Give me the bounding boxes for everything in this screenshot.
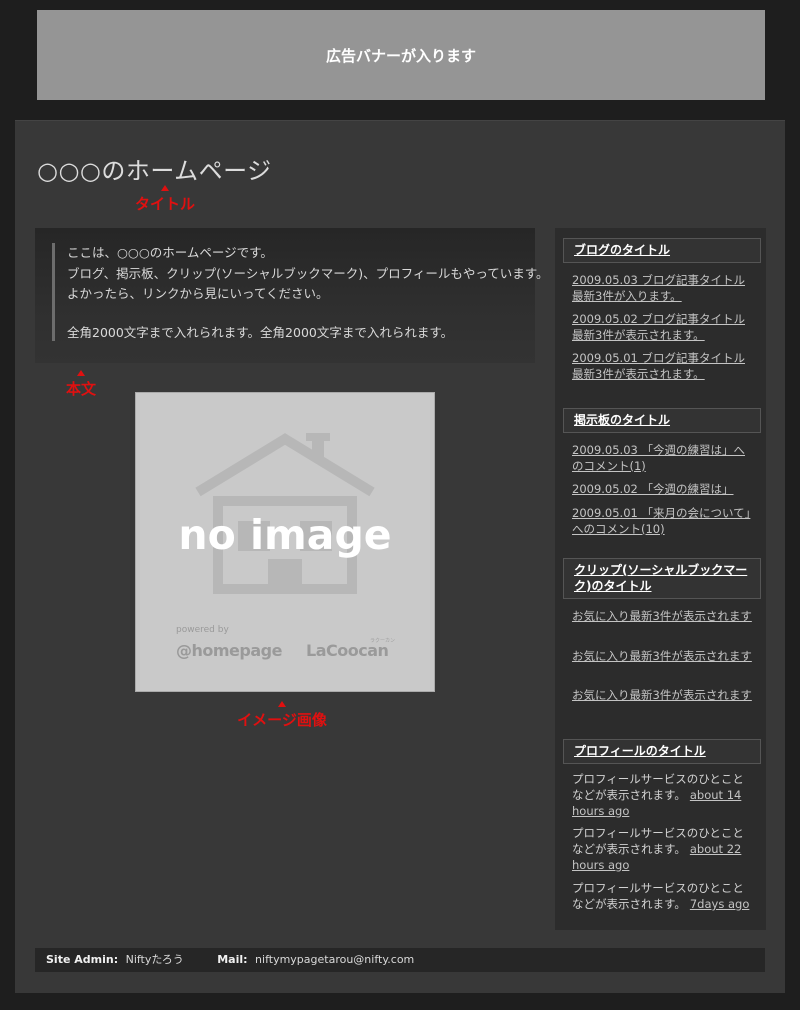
ad-banner-text: 広告バナーが入ります: [325, 46, 476, 65]
profile-time-link[interactable]: 7days ago: [690, 897, 750, 911]
body-line: ブログ、掲示板、クリップ(ソーシャルブックマーク)、プロフィールもやっています。: [67, 265, 549, 281]
no-image-text: no image: [178, 511, 392, 559]
body-line: 全角2000文字まで入れられます。全角2000文字まで入れられます。: [67, 324, 454, 340]
title-annotation: タイトル: [133, 185, 197, 214]
clip-link[interactable]: お気に入り最新3件が表示されます: [572, 608, 752, 624]
sidebar: ブログのタイトル 2009.05.03 ブログ記事タイトル最新3件が入ります。 …: [555, 228, 766, 930]
body-annotation-label: 本文: [65, 380, 96, 398]
clip-link[interactable]: お気に入り最新3件が表示されます: [572, 648, 752, 664]
profile-item: プロフィールサービスのひとことなどが表示されます。 about 22 hours …: [572, 825, 752, 873]
arrow-up-icon: [278, 701, 286, 707]
bbs-link[interactable]: 2009.05.02 「今週の練習は」: [572, 481, 752, 497]
blog-link[interactable]: 2009.05.03 ブログ記事タイトル最新3件が入ります。: [572, 272, 752, 304]
title-annotation-label: タイトル: [134, 195, 195, 213]
bbs-link[interactable]: 2009.05.01 「来月の会について」へのコメント(10): [572, 505, 752, 537]
body-line: よかったら、リンクから見にいってください。: [67, 286, 329, 301]
bbs-link[interactable]: 2009.05.03 「今週の練習は」へのコメント(1): [572, 442, 752, 474]
body-text-box: ここは、○○○のホームページです。 ブログ、掲示板、クリップ(ソーシャルブックマ…: [35, 228, 549, 363]
footer: Site Admin: Niftyたろう Mail: niftymypageta…: [35, 948, 765, 972]
homepage-logo: @homepage: [176, 641, 282, 660]
profile-item: プロフィールサービスのひとことなどが表示されます。 7days ago: [572, 880, 752, 912]
powered-by-text: powered by: [176, 625, 229, 635]
admin-label: Site Admin:: [46, 953, 119, 966]
lacoocan-logo: LaCoocan: [306, 641, 389, 660]
no-image-placeholder: no image powered by @homepage ラクーカン LaCo…: [135, 392, 435, 692]
blog-link[interactable]: 2009.05.02 ブログ記事タイトル最新3件が表示されます。: [572, 311, 752, 343]
ad-banner[interactable]: 広告バナーが入ります: [37, 10, 765, 100]
main-container: ○○○のホームページ タイトル ここは、○○○のホームページです。 ブログ、掲示…: [15, 120, 785, 993]
admin-value: Niftyたろう: [125, 953, 184, 966]
mail-value[interactable]: niftymypagetarou@nifty.com: [255, 953, 414, 966]
body-line: ここは、○○○のホームページです。: [67, 245, 273, 260]
clip-link[interactable]: お気に入り最新3件が表示されます: [572, 687, 752, 703]
image-annotation-label: イメージ画像: [237, 711, 327, 729]
image-annotation: イメージ画像: [227, 701, 337, 730]
sidebar-clip-title[interactable]: クリップ(ソーシャルブックマーク)のタイトル: [563, 558, 761, 599]
body-annotation: 本文: [59, 370, 103, 399]
mail-label: Mail:: [217, 953, 248, 966]
page-title: ○○○のホームページ: [37, 157, 272, 185]
sidebar-blog-title[interactable]: ブログのタイトル: [563, 238, 761, 263]
profile-item: プロフィールサービスのひとことなどが表示されます。 about 14 hours …: [572, 771, 752, 819]
sidebar-profile-title[interactable]: プロフィールのタイトル: [563, 739, 761, 764]
body-quote: ここは、○○○のホームページです。 ブログ、掲示板、クリップ(ソーシャルブックマ…: [52, 243, 549, 341]
blog-link[interactable]: 2009.05.01 ブログ記事タイトル最新3件が表示されます。: [572, 350, 752, 382]
sidebar-bbs-title[interactable]: 掲示板のタイトル: [563, 408, 761, 433]
arrow-up-icon: [161, 185, 169, 191]
arrow-up-icon: [77, 370, 85, 376]
